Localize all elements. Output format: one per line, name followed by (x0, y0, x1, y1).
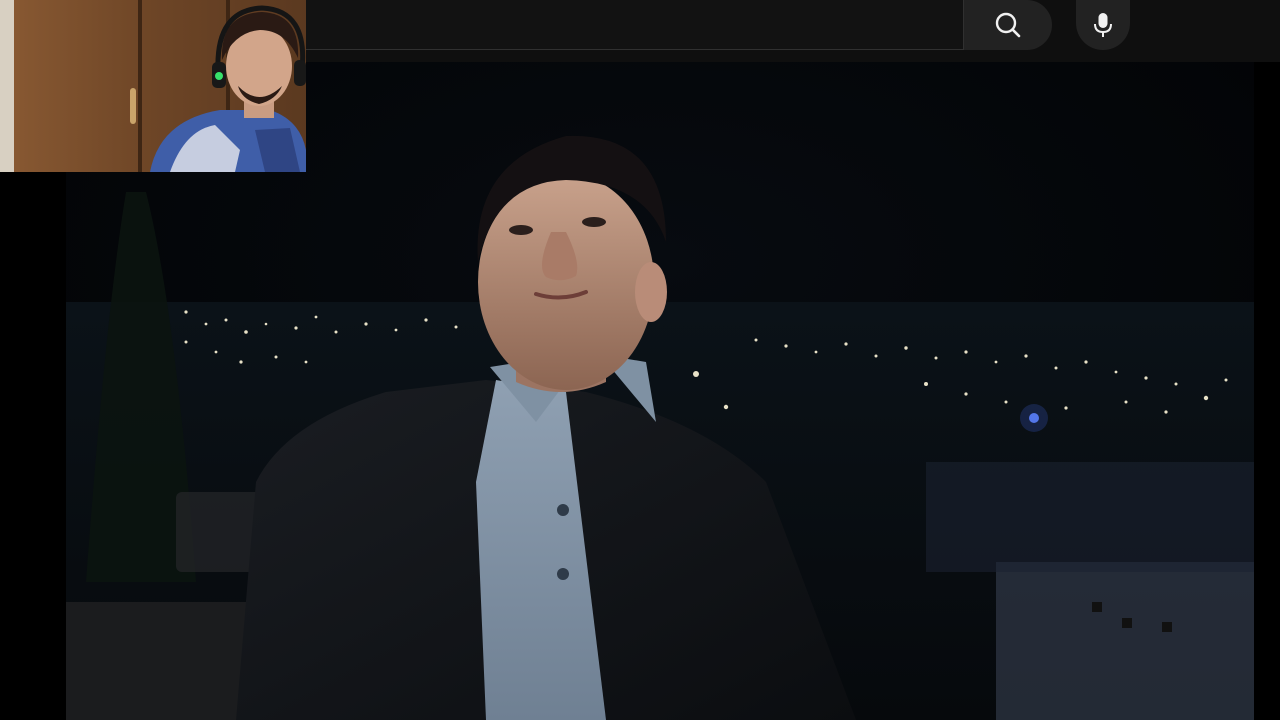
app-window (0, 0, 1280, 720)
voice-search-button[interactable] (1076, 0, 1130, 50)
search-button[interactable] (964, 0, 1052, 50)
search-icon (995, 12, 1021, 38)
microphone-icon (1094, 13, 1112, 37)
search-box[interactable] (306, 0, 964, 50)
search-input[interactable] (314, 10, 958, 42)
webcam-overlay (0, 0, 306, 172)
webcam-feed-image (0, 0, 306, 172)
